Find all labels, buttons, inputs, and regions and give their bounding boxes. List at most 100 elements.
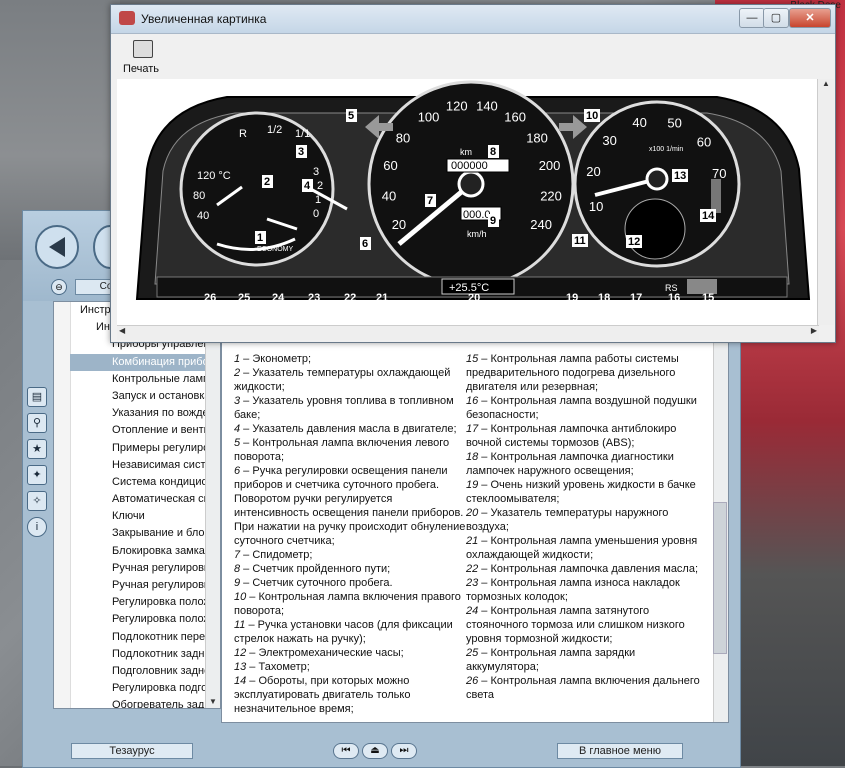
- thesaurus-button[interactable]: Тезаурус: [71, 743, 193, 759]
- content-scroll-thumb[interactable]: [713, 502, 727, 654]
- window-title: Увеличенная картинка: [141, 12, 267, 26]
- legend-entry: 12 – Электромеханические часы;: [234, 646, 470, 660]
- tacho-tick-label: 30: [602, 133, 616, 148]
- tree-item[interactable]: Регулировка положе: [70, 594, 220, 611]
- tree-item[interactable]: Закрывание и блоки: [70, 525, 220, 542]
- tree-item[interactable]: Указания по вожден: [70, 405, 220, 422]
- remove-bookmark-icon[interactable]: ✧: [27, 491, 47, 511]
- legend-entry: 22 – Контрольная лампочка давления масла…: [466, 562, 706, 576]
- picture-window-titlebar[interactable]: Увеличенная картинка — ▢ ✕: [111, 5, 835, 34]
- legend-text: – Контрольная лампа работы системы предв…: [466, 353, 679, 393]
- legend-right-column: 15 – Контрольная лампа работы системы пр…: [466, 352, 706, 702]
- tree-item[interactable]: Комбинация прибор: [70, 353, 220, 371]
- callout-number: 24: [272, 292, 285, 304]
- temp-scale-120: 120 °C: [197, 170, 231, 182]
- legend-text: – Счетчик пройденного пути;: [240, 563, 391, 575]
- tree-item[interactable]: Контрольные лампоч: [70, 371, 220, 388]
- picture-vscroll[interactable]: ▲: [817, 79, 834, 325]
- legend-left-column: 1 – Эконометр; 2 – Указатель температуры …: [234, 352, 470, 716]
- printer-icon[interactable]: [133, 40, 153, 58]
- legend-text: – Контрольная лампа затянутого стояночно…: [466, 605, 685, 645]
- legend-text: – Указатель уровня топлива в топливном б…: [234, 395, 454, 421]
- legend-text: – Тахометр;: [246, 661, 310, 673]
- print-tool-icon[interactable]: ▤: [27, 387, 47, 407]
- legend-text: – Обороты, при которых можно эксплуатиро…: [234, 675, 411, 715]
- dashboard-image: R 1/2 1/1 120 °C 80 40 3 2 1 0 ECONOMY k…: [117, 79, 819, 325]
- pic-scroll-up-icon[interactable]: ▲: [818, 79, 834, 88]
- legend-text: – Указатель температуры охлаждающей жидк…: [234, 367, 451, 393]
- speed-tick-label: 80: [396, 131, 410, 146]
- tree-item[interactable]: Ручная регулировка: [70, 560, 220, 577]
- close-button[interactable]: ✕: [789, 8, 831, 28]
- bookmark-star-icon[interactable]: ★: [27, 439, 47, 459]
- legend-number: 16: [466, 395, 479, 407]
- picture-hscroll[interactable]: ◀ ▶: [117, 325, 819, 340]
- content-scrollbar[interactable]: [713, 302, 728, 722]
- tree-item[interactable]: Регулировка положе: [70, 611, 220, 628]
- tree-item[interactable]: Примеры регулировки: [70, 440, 220, 457]
- callout-number: 15: [702, 292, 714, 304]
- tree-item[interactable]: Отопление и вентиля: [70, 422, 220, 439]
- tree-item[interactable]: Автоматическая сист: [70, 491, 220, 508]
- legend-entry: 19 – Очень низкий уровень жидкости в бач…: [466, 478, 706, 506]
- maximize-button[interactable]: ▢: [763, 8, 789, 28]
- prev-icon[interactable]: ⏮: [333, 743, 359, 759]
- callout-number: 21: [376, 292, 388, 304]
- tree-item[interactable]: Обогреватель задне: [70, 697, 220, 708]
- tacho-tick-label: 10: [589, 199, 603, 214]
- legend-entry: 3 – Указатель уровня топлива в топливном…: [234, 394, 470, 422]
- tree-item[interactable]: Регулировка подголо: [70, 680, 220, 697]
- add-bookmark-icon[interactable]: ✦: [27, 465, 47, 485]
- tree-items: Инструк Инс Приборы управления Комбинация п…: [70, 302, 220, 708]
- legend-number: 17: [466, 423, 479, 435]
- tree-item[interactable]: Ключи: [70, 508, 220, 525]
- scroll-down-icon[interactable]: ▼: [206, 697, 220, 706]
- tree-item[interactable]: Подголовник заднег: [70, 663, 220, 680]
- legend-number: 14: [234, 675, 247, 687]
- tree-gutter: [54, 302, 71, 708]
- tacho-tick-label: 40: [632, 115, 646, 130]
- tree-item[interactable]: Система кондициони: [70, 474, 220, 491]
- legend-text: – Очень низкий уровень жидкости в бачке …: [466, 479, 696, 505]
- legend-number: 11: [234, 619, 246, 631]
- legend-entry: 2 – Указатель температуры охлаждающей жи…: [234, 366, 470, 394]
- tree-item[interactable]: Блокировка замка з: [70, 543, 220, 560]
- legend-entry: 9 – Счетчик суточного пробега.: [234, 576, 470, 590]
- pic-scroll-right-icon[interactable]: ▶: [811, 326, 817, 335]
- next-icon[interactable]: ⏭: [391, 743, 417, 759]
- eject-icon[interactable]: ⏏: [362, 743, 388, 759]
- tree-scrollbar[interactable]: ▲ ▼: [205, 302, 220, 708]
- back-nav-button[interactable]: [35, 225, 79, 269]
- legend-text: – Электромеханические часы;: [246, 647, 404, 659]
- speed-tick-label: 240: [530, 217, 552, 232]
- speed-tick-label: 180: [526, 131, 548, 146]
- print-button-label[interactable]: Печать: [123, 63, 159, 75]
- callout-number: 7: [427, 195, 433, 207]
- legend-text: – Контрольная лампа включения правого по…: [234, 591, 461, 617]
- legend-entry: 7 – Спидометр;: [234, 548, 470, 562]
- legend-number: 21: [466, 535, 479, 547]
- legend-entry: 11 – Ручка установки часов (для фиксации…: [234, 618, 470, 646]
- main-menu-button[interactable]: В главное меню: [557, 743, 683, 759]
- callout-number: 11: [574, 235, 586, 247]
- legend-text: – Контрольная лампа включения левого пов…: [234, 437, 450, 463]
- info-icon[interactable]: i: [27, 517, 47, 537]
- callout-number: 1: [257, 232, 263, 244]
- tree-item[interactable]: Запуск и остановка д: [70, 388, 220, 405]
- pic-scroll-left-icon[interactable]: ◀: [119, 326, 125, 335]
- info-small-icon[interactable]: ⊖: [51, 279, 67, 295]
- search-tool-icon[interactable]: ⚲: [27, 413, 47, 433]
- legend-text: – Указатель давления масла в двигателе;: [240, 423, 457, 435]
- tree-item[interactable]: Независимая систем: [70, 457, 220, 474]
- legend-text: – Контрольная лампа воздушной подушки бе…: [466, 395, 697, 421]
- minimize-button[interactable]: —: [739, 8, 765, 28]
- tree-item[interactable]: Подлокотник передн: [70, 629, 220, 646]
- oil-scale-2: 2: [317, 180, 323, 192]
- tree-item[interactable]: Подлокотник заднег: [70, 646, 220, 663]
- tree-item[interactable]: Ручная регулировка: [70, 577, 220, 594]
- legend-entry: 20 – Указатель температуры наружного воз…: [466, 506, 706, 534]
- odometer-value: 000000: [451, 160, 488, 172]
- oil-scale-3: 3: [313, 166, 319, 178]
- speed-unit-km: km: [460, 147, 472, 157]
- legend-entry: 5 – Контрольная лампа включения левого п…: [234, 436, 470, 464]
